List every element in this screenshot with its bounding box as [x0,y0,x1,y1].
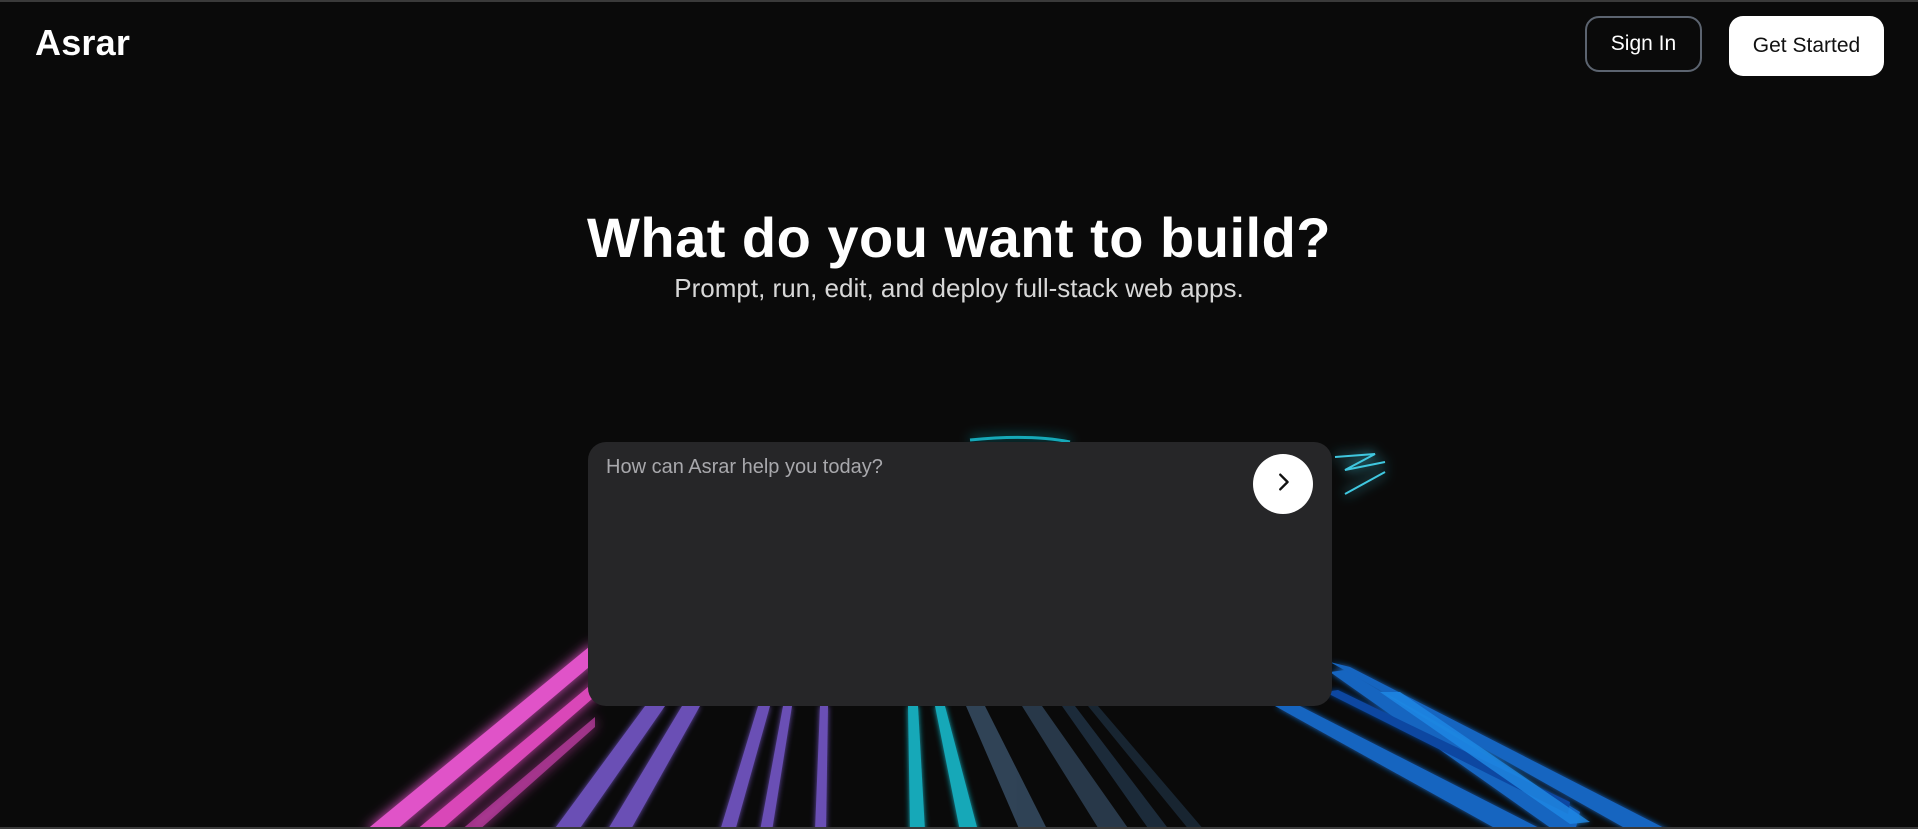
sign-in-button[interactable]: Sign In [1585,16,1702,72]
top-navigation-bar: Asrar Sign In Get Started [0,2,1918,88]
get-started-button[interactable]: Get Started [1729,16,1884,76]
chevron-right-icon [1272,471,1294,498]
brand-logo[interactable]: Asrar [35,22,130,64]
hero-subtitle: Prompt, run, edit, and deploy full-stack… [674,273,1244,303]
hero-title: What do you want to build? [587,206,1331,269]
prompt-input[interactable] [606,456,1206,676]
landing-page: Asrar Sign In Get Started What do you wa… [0,0,1918,829]
prompt-box [588,442,1332,706]
send-button[interactable] [1253,454,1313,514]
